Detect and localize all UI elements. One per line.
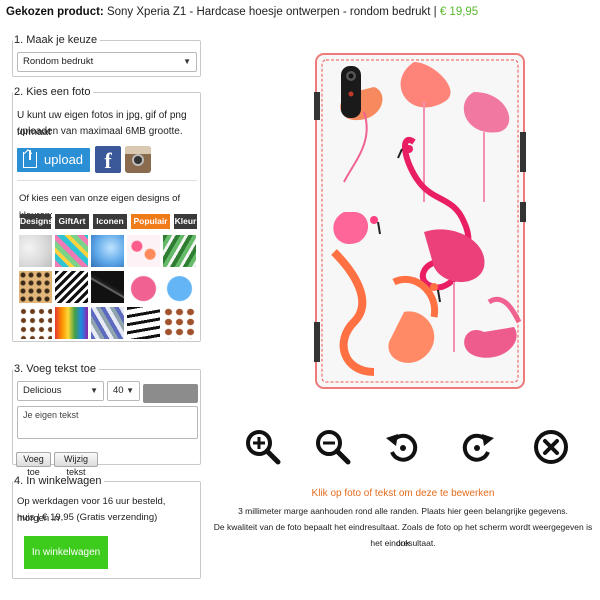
divider (17, 180, 197, 181)
font-value: Delicious (23, 385, 62, 396)
add-text-button[interactable]: Voeg toe (16, 452, 51, 477)
tab-kleur[interactable]: Kleur (174, 214, 197, 229)
thumb-pink-heart[interactable] (127, 271, 160, 303)
margin-info: 3 millimeter marge aanhouden rond alle r… (238, 506, 568, 516)
thumb-coffee-beans[interactable] (19, 307, 52, 339)
side-button (520, 132, 526, 172)
instagram-strip (125, 146, 151, 154)
side-button (314, 92, 320, 120)
upload-label: upload (44, 152, 84, 167)
product-header: Gekozen product: Sony Xperia Z1 - Hardca… (6, 6, 600, 18)
thumb-black-marble[interactable] (91, 271, 124, 303)
step3-panel: 3. Voeg tekst toe Delicious ▼ 40 ▼ Je ei… (12, 363, 201, 477)
thumb-palm-leaves[interactable] (163, 235, 196, 267)
zoom-out-icon[interactable] (314, 428, 352, 466)
instagram-button[interactable] (125, 146, 151, 173)
thumb-paint-drips[interactable] (55, 307, 88, 339)
product-label: Gekozen product: (6, 6, 104, 18)
rotate-right-icon[interactable] (458, 428, 496, 466)
add-to-cart-button[interactable]: In winkelwagen (24, 536, 108, 569)
chevron-down-icon: ▼ (90, 386, 98, 395)
chevron-down-icon: ▼ (126, 386, 134, 395)
facebook-button[interactable]: f (95, 146, 121, 173)
step1-title: 1. Maak je keuze (13, 34, 101, 46)
rotate-left-icon[interactable] (384, 428, 422, 466)
step2-title: 2. Kies een foto (13, 86, 94, 98)
side-button (314, 322, 320, 362)
thumb-blue-marble[interactable] (91, 235, 124, 267)
custom-text-field[interactable]: Je eigen tekst (17, 406, 198, 439)
thumb-triangles[interactable] (91, 307, 124, 339)
size-select[interactable]: 40 ▼ (107, 381, 140, 401)
tab-giftart[interactable]: GiftArt (55, 214, 89, 229)
product-price: € 19,95 (439, 6, 479, 18)
thumb-brush-stripes[interactable] (127, 307, 160, 339)
delete-icon[interactable] (532, 428, 570, 466)
upload-info-line2: uploaden van maximaal 6MB grootte. (17, 126, 183, 137)
edit-hint: Klik op foto of tekst om deze te bewerke… (311, 488, 495, 499)
side-button (520, 202, 526, 222)
step3-title: 3. Voeg tekst toe (13, 363, 99, 375)
thumb-marble[interactable] (19, 235, 52, 267)
thumb-leopard[interactable] (19, 271, 52, 303)
header-separator: | (433, 6, 437, 18)
camera-lens-inner (348, 73, 354, 79)
zoom-in-icon[interactable] (244, 428, 282, 466)
upload-button[interactable]: upload (17, 148, 90, 172)
step2-panel: 2. Kies een foto U kunt uw eigen fotos i… (12, 86, 201, 342)
thumb-blue-heart[interactable] (163, 271, 196, 303)
thumb-flamingos[interactable] (127, 235, 160, 267)
facebook-icon: f (104, 148, 112, 173)
phone-case-preview[interactable] (314, 52, 526, 390)
product-name: Sony Xperia Z1 - Hardcase hoesje ontwerp… (106, 6, 431, 18)
print-type-select[interactable]: Rondom bedrukt ▼ (17, 52, 197, 72)
step4-panel: 4. In winkelwagen Op werkdagen voor 16 u… (12, 475, 201, 579)
thumb-lips[interactable] (163, 307, 196, 339)
custom-text-placeholder: Je eigen tekst (23, 410, 79, 420)
instagram-icon (132, 154, 144, 166)
thumb-tropical-leaves[interactable] (55, 235, 88, 267)
chevron-down-icon: ▼ (183, 57, 191, 66)
size-value: 40 (113, 385, 124, 396)
step4-title: 4. In winkelwagen (13, 475, 105, 487)
upload-icon (23, 150, 37, 168)
print-type-value: Rondom bedrukt (23, 56, 94, 67)
edit-text-button[interactable]: Wijzig tekst (54, 452, 98, 477)
thumb-chevron-zigzag[interactable] (55, 271, 88, 303)
quality-info-line2: het eindresultaat. (370, 538, 436, 548)
camera-flash (348, 91, 354, 97)
font-select[interactable]: Delicious ▼ (17, 381, 104, 401)
text-color-picker[interactable] (143, 384, 198, 403)
step1-panel: 1. Maak je keuze Rondom bedrukt ▼ (12, 34, 201, 77)
delivery-info-line2: huis | € 19,95 (Gratis verzending) (17, 512, 158, 523)
tab-designs[interactable]: Designs (20, 214, 53, 229)
tab-iconen[interactable]: Iconen (93, 214, 127, 229)
tab-populair[interactable]: Populair (131, 214, 170, 229)
phone-case-svg[interactable] (314, 52, 526, 390)
